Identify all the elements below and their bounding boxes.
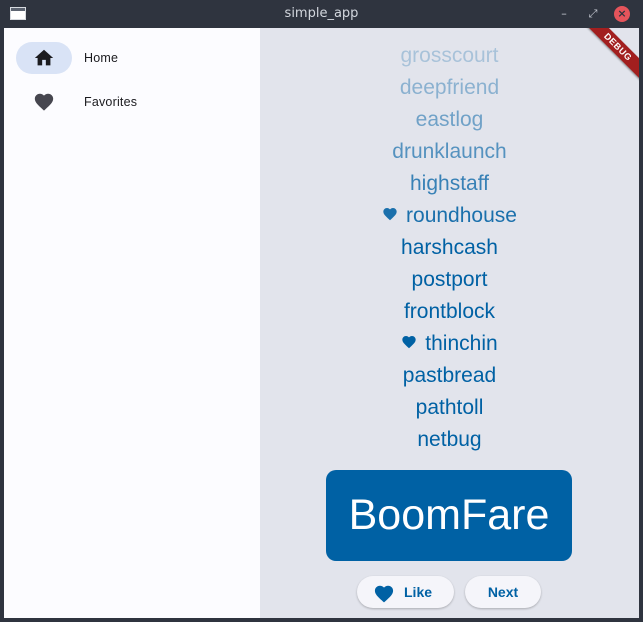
navigation-rail: Home Favorites bbox=[4, 28, 260, 618]
history-item: roundhouse bbox=[260, 200, 639, 232]
history-item-text: netbug bbox=[417, 428, 482, 451]
app-content: Home Favorites grosscourt deepfriend eastl… bbox=[4, 28, 639, 618]
close-button[interactable]: × bbox=[614, 6, 630, 22]
history-item: highstaff bbox=[260, 168, 639, 200]
history-item-text: grosscourt bbox=[400, 44, 499, 67]
history-item-text: postport bbox=[411, 268, 488, 291]
history-item: frontblock bbox=[260, 296, 639, 328]
word-pair-text: BoomFare bbox=[348, 491, 550, 539]
favorite-heart-icon bbox=[402, 336, 416, 349]
history-item-text: eastlog bbox=[415, 108, 484, 131]
window-titlebar: simple_app – ⤢ × bbox=[0, 0, 643, 28]
history-item-text: thinchin bbox=[425, 332, 498, 355]
home-icon bbox=[34, 49, 54, 66]
history-item-text: harshcash bbox=[401, 236, 498, 259]
word-pair-card: BoomFare bbox=[326, 470, 572, 561]
nav-indicator bbox=[16, 86, 72, 118]
history-item: deepfriend bbox=[260, 72, 639, 104]
heart-icon bbox=[34, 93, 54, 111]
history-item-text: pastbread bbox=[402, 364, 497, 387]
nav-item-home[interactable]: Home bbox=[16, 42, 248, 74]
history-item: postport bbox=[260, 264, 639, 296]
favorite-heart-icon bbox=[383, 208, 397, 221]
generator-page: grosscourt deepfriend eastlog drunklaunch hi… bbox=[260, 28, 639, 618]
minimize-button[interactable]: – bbox=[556, 6, 572, 22]
history-item: thinchin bbox=[260, 328, 639, 360]
nav-item-label: Home bbox=[84, 51, 119, 65]
next-button[interactable]: Next bbox=[465, 576, 541, 608]
history-item-text: roundhouse bbox=[406, 204, 517, 227]
history-item: eastlog bbox=[260, 104, 639, 136]
like-button[interactable]: Like bbox=[357, 576, 454, 608]
history-item: pathtoll bbox=[260, 392, 639, 424]
history-item-text: pathtoll bbox=[415, 396, 484, 419]
history-item: drunklaunch bbox=[260, 136, 639, 168]
history-item: netbug bbox=[260, 424, 639, 456]
history-item: grosscourt bbox=[260, 40, 639, 72]
heart-icon bbox=[374, 585, 394, 603]
nav-indicator bbox=[16, 42, 72, 74]
history-list: grosscourt deepfriend eastlog drunklaunch hi… bbox=[260, 28, 639, 458]
history-item: harshcash bbox=[260, 232, 639, 264]
maximize-button[interactable]: ⤢ bbox=[585, 6, 601, 22]
history-item: pastbread bbox=[260, 360, 639, 392]
history-item-text: frontblock bbox=[403, 300, 496, 323]
history-item-text: highstaff bbox=[409, 172, 489, 195]
like-button-label: Like bbox=[404, 584, 433, 600]
nav-item-favorites[interactable]: Favorites bbox=[16, 86, 248, 118]
window-title: simple_app bbox=[284, 6, 359, 21]
history-item-text: deepfriend bbox=[399, 76, 500, 99]
history-item-text: drunklaunch bbox=[392, 140, 507, 163]
nav-item-label: Favorites bbox=[84, 95, 138, 109]
